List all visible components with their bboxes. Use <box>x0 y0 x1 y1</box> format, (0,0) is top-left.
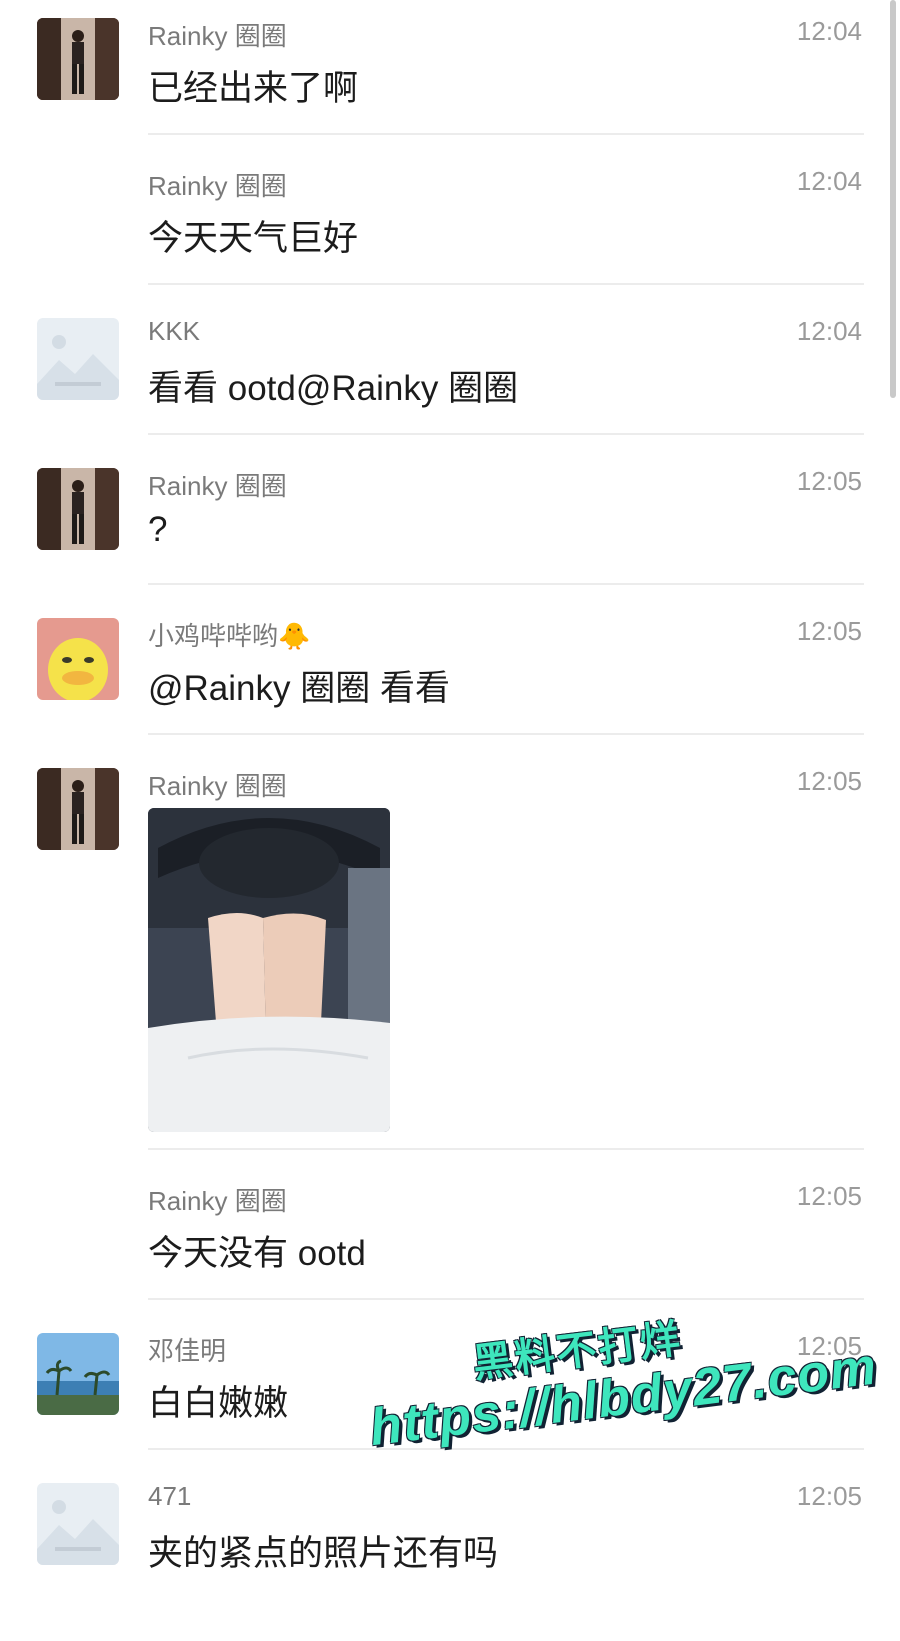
timestamp: 12:05 <box>796 616 862 646</box>
message-text: 夹的紧点的照片还有吗 <box>148 1534 499 1573</box>
message-text: @Rainky 圈圈 看看 <box>148 669 450 708</box>
sender-name[interactable]: 邓佳明 <box>148 1331 226 1368</box>
timestamp: 12:04 <box>796 16 862 46</box>
timestamp: 12:05 <box>796 766 862 796</box>
timestamp: 12:05 <box>796 1331 862 1361</box>
watermark: 黑料不打烊 https://hlbdy27.com <box>360 1283 880 1458</box>
avatar[interactable] <box>37 18 119 100</box>
message-image[interactable] <box>148 808 390 1132</box>
divider <box>148 1298 864 1300</box>
message-text: 看看 ootd@Rainky 圈圈 <box>148 369 519 408</box>
divider <box>148 1148 864 1150</box>
sender-name[interactable]: 471 <box>148 1481 191 1512</box>
message-text: 今天天气巨好 <box>148 219 359 258</box>
message-text: ? <box>148 510 168 549</box>
divider <box>148 133 864 135</box>
sender-name[interactable]: Rainky 圈圈 <box>148 466 287 503</box>
sender-name[interactable]: Rainky 圈圈 <box>148 16 287 53</box>
avatar[interactable] <box>37 1483 119 1565</box>
timestamp: 12:04 <box>796 166 862 196</box>
sender-name[interactable]: KKK <box>148 316 200 347</box>
avatar[interactable] <box>37 1333 119 1415</box>
divider <box>148 283 864 285</box>
sender-name[interactable]: Rainky 圈圈 <box>148 1181 287 1218</box>
scrollbar[interactable] <box>890 0 896 398</box>
divider <box>148 433 864 435</box>
message-text: 今天没有 ootd <box>148 1234 366 1273</box>
avatar[interactable] <box>37 618 119 700</box>
sender-name[interactable]: Rainky 圈圈 <box>148 766 287 803</box>
timestamp: 12:05 <box>796 1181 862 1211</box>
avatar[interactable] <box>37 768 119 850</box>
avatar[interactable] <box>37 468 119 550</box>
divider <box>148 733 864 735</box>
divider <box>148 1448 864 1450</box>
message-text: 白白嫩嫩 <box>148 1384 289 1423</box>
sender-name[interactable]: Rainky 圈圈 <box>148 166 287 203</box>
timestamp: 12:04 <box>796 316 862 346</box>
message-text: 已经出来了啊 <box>148 69 359 108</box>
timestamp: 12:05 <box>796 1481 862 1511</box>
sender-name[interactable]: 小鸡哔哔哟🐥 <box>148 616 310 653</box>
avatar[interactable] <box>37 318 119 400</box>
divider <box>148 583 864 585</box>
timestamp: 12:05 <box>796 466 862 496</box>
